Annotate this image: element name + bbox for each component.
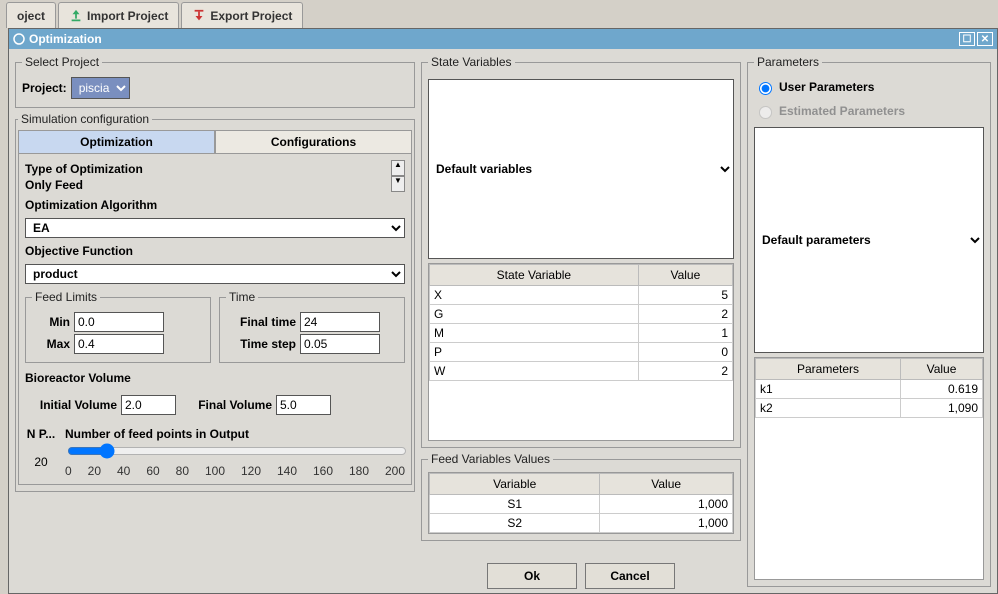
feed-max-input[interactable] [74, 334, 164, 354]
obj-fn-label: Objective Function [25, 244, 405, 258]
bioreactor-label: Bioreactor Volume [25, 371, 405, 385]
spin-up-icon[interactable]: ▲ [391, 160, 405, 176]
initial-volume-input[interactable] [121, 395, 176, 415]
titlebar[interactable]: Optimization ☐ ✕ [9, 29, 997, 49]
radio-est-input [759, 106, 772, 119]
state-vars-table[interactable]: State VariableValue X5 G2 M1 P0 W2 [429, 264, 733, 381]
bg-tab-project[interactable]: oject [6, 2, 56, 28]
parameters-fieldset: Parameters User Parameters Estimated Par… [747, 55, 991, 587]
np-long-label: Number of feed points in Output [65, 427, 405, 441]
state-vars-legend: State Variables [428, 55, 515, 69]
table-row: k21,090 [756, 398, 983, 417]
feed-vars-table-wrap: VariableValue S11,000 S21,000 [428, 472, 734, 534]
ok-button[interactable]: Ok [487, 563, 577, 589]
feed-vars-legend: Feed Variables Values [428, 452, 553, 466]
feed-points-slider[interactable] [67, 443, 407, 459]
np-short-label: N P... [25, 427, 57, 441]
opt-algo-label: Optimization Algorithm [25, 198, 405, 212]
obj-fn-select[interactable]: product [25, 264, 405, 284]
parameters-table-wrap: ParametersValue k10.619 k21,090 [754, 357, 984, 581]
tab-configurations[interactable]: Configurations [215, 130, 412, 153]
tab-optimization[interactable]: Optimization [18, 130, 215, 153]
state-vars-fieldset: State Variables Default variables State … [421, 55, 741, 448]
opt-algo-select[interactable]: EA [25, 218, 405, 238]
sim-config-legend: Simulation configuration [18, 112, 152, 126]
dialog-icon [13, 33, 25, 45]
close-button[interactable]: ✕ [977, 32, 993, 46]
state-vars-select[interactable]: Default variables [428, 79, 734, 259]
time-legend: Time [226, 290, 258, 304]
optimization-dialog: Optimization ☐ ✕ Select Project Project:… [8, 28, 998, 594]
table-row: M1 [430, 324, 733, 343]
export-icon [192, 9, 206, 23]
select-project-legend: Select Project [22, 55, 102, 69]
radio-user-parameters[interactable]: User Parameters [754, 79, 984, 95]
final-volume-input[interactable] [276, 395, 331, 415]
feed-limits-legend: Feed Limits [32, 290, 100, 304]
feed-vars-table[interactable]: VariableValue S11,000 S21,000 [429, 473, 733, 533]
table-row: S21,000 [430, 514, 733, 533]
np-value: 20 [25, 455, 57, 469]
sim-config-fieldset: Simulation configuration Optimization Co… [15, 112, 415, 492]
radio-user-input[interactable] [759, 82, 772, 95]
optimization-panel: Type of Optimization Only Feed ▲ ▼ Optim… [18, 154, 412, 485]
table-row: S11,000 [430, 495, 733, 514]
background-tabs: oject Import Project Export Project [0, 0, 998, 28]
parameters-legend: Parameters [754, 55, 822, 69]
feed-limits-fieldset: Feed Limits Min Max [25, 290, 211, 363]
select-project-fieldset: Select Project Project: piscia [15, 55, 415, 108]
parameters-select[interactable]: Default parameters [754, 127, 984, 353]
project-select[interactable]: piscia [71, 77, 130, 99]
import-icon [69, 9, 83, 23]
state-vars-table-wrap: State VariableValue X5 G2 M1 P0 W2 [428, 263, 734, 441]
table-row: W2 [430, 362, 733, 381]
slider-ticks: 020406080100120140160180200 [65, 464, 405, 478]
time-fieldset: Time Final time Time step [219, 290, 405, 363]
opt-type-value: Only Feed [25, 178, 389, 192]
opt-type-label: Type of Optimization [25, 162, 389, 176]
maximize-button[interactable]: ☐ [959, 32, 975, 46]
parameters-table[interactable]: ParametersValue k10.619 k21,090 [755, 358, 983, 418]
final-time-input[interactable] [300, 312, 380, 332]
cancel-button[interactable]: Cancel [585, 563, 675, 589]
dialog-title: Optimization [29, 32, 102, 46]
project-label: Project: [22, 81, 67, 95]
spin-down-icon[interactable]: ▼ [391, 176, 405, 192]
table-row: G2 [430, 305, 733, 324]
table-row: X5 [430, 286, 733, 305]
time-step-input[interactable] [300, 334, 380, 354]
feed-vars-fieldset: Feed Variables Values VariableValue S11,… [421, 452, 741, 541]
radio-estimated-parameters: Estimated Parameters [754, 103, 984, 119]
table-row: k10.619 [756, 379, 983, 398]
bg-tab-import[interactable]: Import Project [58, 2, 179, 28]
table-row: P0 [430, 343, 733, 362]
bg-tab-export[interactable]: Export Project [181, 2, 303, 28]
feed-min-input[interactable] [74, 312, 164, 332]
